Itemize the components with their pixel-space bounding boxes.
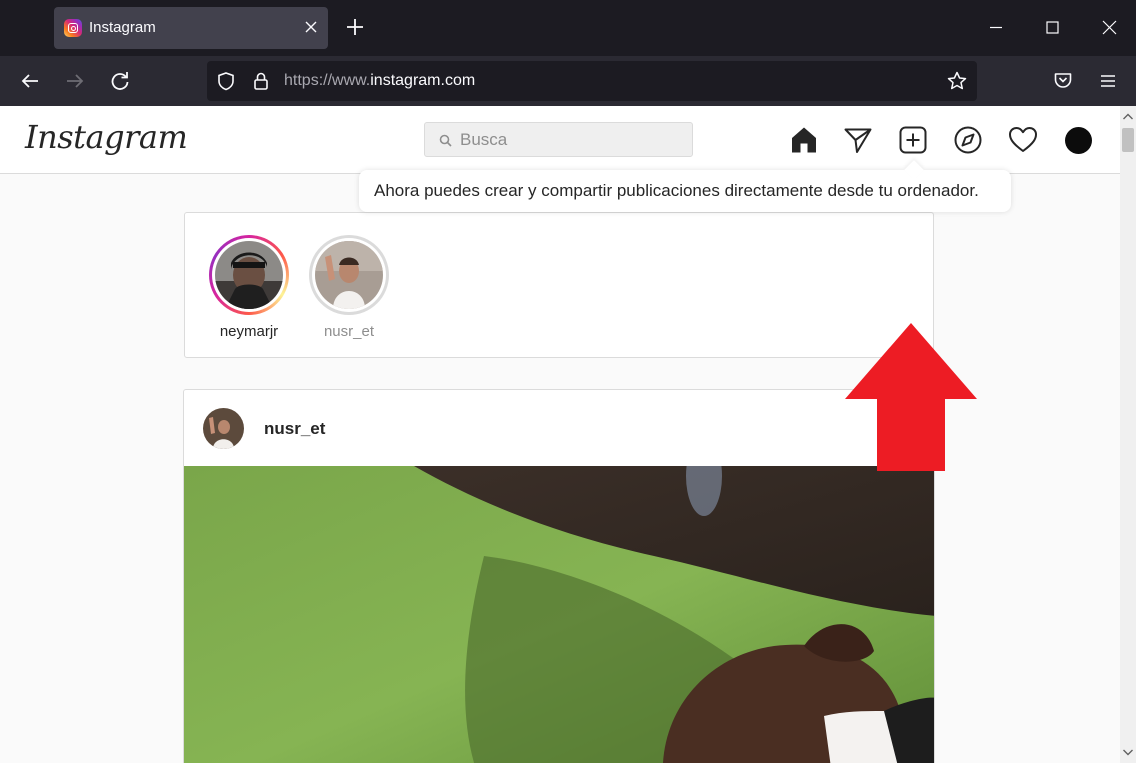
instagram-favicon-icon xyxy=(64,19,82,37)
browser-tab[interactable]: Instagram xyxy=(54,7,328,49)
story-username: neymarjr xyxy=(219,323,279,340)
shield-icon[interactable] xyxy=(215,70,237,92)
tab-close-icon[interactable] xyxy=(300,16,322,38)
scroll-thumb[interactable] xyxy=(1122,128,1134,152)
scroll-down-arrow-icon[interactable] xyxy=(1120,744,1136,760)
maximize-icon[interactable] xyxy=(1038,14,1066,42)
tooltip-text: Ahora puedes crear y compartir publicaci… xyxy=(374,181,979,200)
story-ring xyxy=(309,235,389,315)
direct-icon[interactable] xyxy=(842,124,874,156)
forward-icon[interactable] xyxy=(61,67,89,95)
star-icon[interactable] xyxy=(946,70,968,92)
post-author-username[interactable]: nusr_et xyxy=(264,419,325,439)
search-box[interactable] xyxy=(424,122,693,157)
story-ring xyxy=(209,235,289,315)
story-neymarjr[interactable]: neymarjr xyxy=(204,235,294,340)
instagram-logo[interactable]: Instagram xyxy=(25,118,188,156)
new-post-icon[interactable] xyxy=(897,124,929,156)
search-input[interactable] xyxy=(460,129,680,151)
lock-icon[interactable] xyxy=(250,70,272,92)
new-tab-icon[interactable] xyxy=(342,14,368,40)
menu-icon[interactable] xyxy=(1094,67,1122,95)
story-avatar xyxy=(315,241,383,309)
back-icon[interactable] xyxy=(16,67,44,95)
window-close-icon[interactable] xyxy=(1095,14,1123,42)
tab-title: Instagram xyxy=(89,19,156,36)
post-image[interactable] xyxy=(184,466,935,763)
post-author-avatar[interactable] xyxy=(203,408,244,449)
address-bar[interactable]: https://www.instagram.com xyxy=(207,61,977,101)
url-host: instagram.com xyxy=(370,72,476,89)
page-viewport: Instagram Busca neymarjr nusr_et nusr_et… xyxy=(0,106,1120,763)
story-avatar xyxy=(215,241,283,309)
annotation-arrow-icon xyxy=(845,323,977,471)
search-icon xyxy=(439,134,452,147)
story-nusr_et[interactable]: nusr_et xyxy=(304,235,394,340)
minimize-icon[interactable] xyxy=(982,14,1010,42)
reload-icon[interactable] xyxy=(106,67,134,95)
feed-post: nusr_et xyxy=(183,389,935,763)
browser-toolbar: https://www.instagram.com xyxy=(0,56,1136,106)
url-text[interactable]: https://www.instagram.com xyxy=(284,72,475,90)
pocket-icon[interactable] xyxy=(1049,67,1077,95)
stories-tray: neymarjr nusr_et xyxy=(184,212,934,358)
explore-icon[interactable] xyxy=(952,124,984,156)
story-username: nusr_et xyxy=(323,323,375,340)
scroll-up-arrow-icon[interactable] xyxy=(1120,109,1136,125)
new-post-tooltip: Ahora puedes crear y compartir publicaci… xyxy=(359,170,1011,212)
profile-avatar[interactable] xyxy=(1065,127,1092,154)
home-icon[interactable] xyxy=(788,124,820,156)
url-prefix: https://www. xyxy=(284,72,371,89)
page-scrollbar[interactable] xyxy=(1120,106,1136,763)
browser-titlebar: Instagram xyxy=(0,0,1136,56)
instagram-header: Instagram xyxy=(0,106,1120,174)
activity-icon[interactable] xyxy=(1007,124,1039,156)
